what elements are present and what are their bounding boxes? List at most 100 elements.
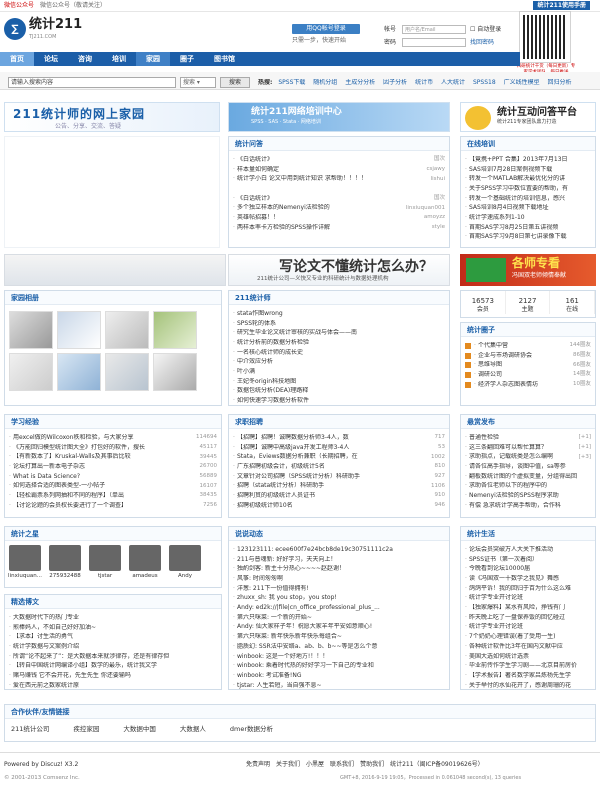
list-item[interactable]: 统计学数据与文案例介绍 xyxy=(5,642,221,652)
list-item-title[interactable]: What is Data Science? xyxy=(9,473,197,481)
list-item[interactable]: 个代集中营144圈友 xyxy=(461,341,595,351)
list-item-title[interactable]: 文章针对公司招聘（SPSS统计分析）科研助手 xyxy=(233,473,432,481)
list-item[interactable]: 关于举付的水仙花开了，感谢周珊的花 xyxy=(461,681,595,691)
list-item[interactable]: stata作图wrong xyxy=(229,309,449,319)
list-item[interactable]: 招聘（stata统计分析）科研助手1106 xyxy=(229,481,449,491)
list-item-title[interactable]: 两样本率卡方检验的SPSS操作详解 xyxy=(233,224,429,232)
list-item[interactable]: 脂质幻: SSR法中安络a、ab、b、b~~等是怎么个意 xyxy=(229,642,449,652)
list-item-title[interactable]: 普通性检验 xyxy=(465,434,576,442)
list-item[interactable]: 样本量如何确定csjawy xyxy=(229,165,449,175)
list-item[interactable]: 思维导图66圈友 xyxy=(461,360,595,370)
list-item[interactable]: SPSS证书（第一次着阅） xyxy=(461,555,595,565)
list-item-title[interactable]: 调研公司 xyxy=(474,371,570,379)
list-item-title[interactable]: 统计学小白 论文中用到统计知识 求帮助！！！！ xyxy=(233,175,428,183)
list-item[interactable]: 【轻松霸票系列网抽和不同的程序】（单出38435 xyxy=(5,491,221,501)
list-item-title[interactable]: 关于SPSS学习中数位置要的帮助，有 xyxy=(465,185,591,193)
partner-link[interactable]: 疾控家园 xyxy=(73,725,99,733)
partner-link[interactable]: 211统计公司 xyxy=(11,725,49,733)
hot-item[interactable]: 人大统计 xyxy=(441,79,465,86)
list-item-title[interactable]: 7个奶奶心理错误(着了受用一生) xyxy=(465,633,591,641)
album-photo[interactable] xyxy=(105,311,149,349)
list-item[interactable]: 翻板数统计图的个虚拟变量，分组得出回 xyxy=(461,472,595,482)
footer-link[interactable]: 联系我们 xyxy=(330,761,354,768)
hot-item[interactable]: 随机分组 xyxy=(313,79,337,86)
list-item-title[interactable]: 统计学专业开讨论班 xyxy=(465,594,591,602)
list-item[interactable]: 普通性检验[+1] xyxy=(461,433,595,443)
list-item[interactable]: Nemenyi法检验的SPSS程序求助 xyxy=(461,491,595,501)
list-item[interactable]: 两样本率卡方检验的SPSS操作详解style xyxy=(229,223,449,233)
list-item[interactable]: 7个奶奶心理错误(着了受用一生) xyxy=(461,632,595,642)
list-item-title[interactable]: 一名核心统计师的成长史 xyxy=(233,349,445,357)
hot-item[interactable]: SPSS下载 xyxy=(278,79,305,86)
list-item-title[interactable]: 论坛会员突破万人大关下推活动 xyxy=(465,546,591,554)
star-member[interactable]: Andy xyxy=(167,545,203,580)
list-item[interactable]: 大数据时代下的热门专业 xyxy=(5,613,221,623)
list-item[interactable]: 鸽鸽平诉！我的回归于百为什么这么难 xyxy=(461,584,595,594)
album-photo[interactable] xyxy=(57,353,101,391)
training-banner[interactable]: 统计211网络培训中心 SPSS · SAS · Stata · 网络培训 xyxy=(228,102,450,132)
list-item-title[interactable]: 大数据时代下的热门专业 xyxy=(9,614,217,622)
list-item-title[interactable]: 211与普魂新: 好好学习，天天向上！ xyxy=(233,556,445,564)
list-item[interactable]: winbook: 乘着时代热的好好学习一下自己的专业和 xyxy=(229,661,449,671)
list-item[interactable]: 一名核心统计师的成长史 xyxy=(229,348,449,358)
account-field[interactable]: 用户名/Email xyxy=(402,25,466,34)
star-member[interactable]: amadeus xyxy=(127,545,163,580)
search-input[interactable]: 请输入搜索内容 xyxy=(8,77,176,88)
list-item-title[interactable]: 转发一个基础统计的培训信息，感兴 xyxy=(465,195,591,203)
nav-home-space[interactable]: 家园 xyxy=(136,52,170,66)
list-item[interactable]: 用excel做的Wilcoxon秩和检验，与大家分享114694 xyxy=(5,433,221,443)
list-item[interactable]: 数据包统分析(DEA)理路释 xyxy=(229,387,449,397)
star-member[interactable]: 275932488 xyxy=(47,545,83,580)
list-item-title[interactable]: 关于举付的水仙花开了，感谢周珊的花 xyxy=(465,682,591,690)
list-item[interactable]: 【招聘】招聘！诚聘数据分析师3-4人，数717 xyxy=(229,433,449,443)
nav-consult[interactable]: 咨询 xyxy=(68,52,102,66)
star-member[interactable]: tjstar xyxy=(87,545,123,580)
list-item-title[interactable]: 【转自中国统计网编译小组】数学的最乐，统计我文学 xyxy=(9,662,217,670)
list-item-title[interactable]: 各种统计软件比3年在国内文献中应 xyxy=(465,643,591,651)
list-item[interactable]: 211与普魂新: 好好学习，天天向上！ xyxy=(229,555,449,565)
list-item-title[interactable]: 翻板数统计图的个虚拟变量，分组得出回 xyxy=(465,473,588,481)
list-item-title[interactable]: 研究生毕业论文统计审核的实战与体会——南 xyxy=(233,329,445,337)
auto-login-checkbox[interactable]: ☐ 自动登录 xyxy=(470,26,501,34)
list-item[interactable]: 论坛打算出一新本电子杂志26700 xyxy=(5,462,221,472)
list-item[interactable]: 第六只咪菜: 新年快乐新年快乐每组合~ xyxy=(229,632,449,642)
list-item-title[interactable]: 独酌剑客: 新主十分热心~~~~赵赵谢！ xyxy=(233,565,445,573)
search-type-select[interactable]: 搜索 ▾ xyxy=(180,77,216,88)
list-item-title[interactable]: 第六只咪菜: 新年快乐新年快乐每组合~ xyxy=(233,633,445,641)
list-item[interactable]: SAS培训8月4日视频下载地址 xyxy=(461,203,595,213)
star-member[interactable]: linxiuquan... xyxy=(7,545,43,580)
list-item-title[interactable]: 【招聘】诚聘中高级java开发工程师3-4人 xyxy=(233,444,435,452)
manual-link[interactable]: 统计211使用手册 xyxy=(533,0,590,11)
list-item-title[interactable]: 样本量如何确定 xyxy=(233,166,423,174)
list-item[interactable]: 英雄帖招募！！amoyzz xyxy=(229,213,449,223)
home-banner[interactable]: 211统计师的网上家园 公告、分享、交流、答疑 xyxy=(4,102,220,132)
list-item[interactable]: 今晚看到论坛10000届 xyxy=(461,564,595,574)
list-item[interactable]: 【有新数本了】Kruskal-Walls及其事后比较39445 xyxy=(5,452,221,462)
list-item-title[interactable]: 脂质幻: SSR法中安络a、ab、b、b~~等是怎么个意 xyxy=(233,643,445,651)
list-item-title[interactable]: 读《冯国双一十数学之我见》舞感 xyxy=(465,575,591,583)
stats-ad-banner[interactable]: 写论文不懂统计怎么办？ 211统计公司—义快又专业的科研统计与数据处理机构 xyxy=(228,254,450,286)
list-item-title[interactable]: 多个独立样本的Nemenyi法检验的 xyxy=(233,204,403,212)
search-button[interactable]: 搜索 xyxy=(220,77,250,88)
list-item[interactable]: 洋葱: 211下一份值得拥有! xyxy=(229,584,449,594)
list-item[interactable]: 王妃冬origin科技地图 xyxy=(229,377,449,387)
list-item-title[interactable]: 【学术报告】著名数学家吕炼杨先生学 xyxy=(465,672,591,680)
list-item[interactable]: winbook: 考试准备!NG xyxy=(229,671,449,681)
list-item-title[interactable]: 123123111: ecee600f7e24bcb8de19c30751111… xyxy=(233,546,445,554)
list-item[interactable]: 有偿 急求统计学高手帮助，合作科 xyxy=(461,501,595,511)
footer-link[interactable]: 赞助我们 xyxy=(360,761,384,768)
list-item[interactable]: 多个独立样本的Nemenyi法检验的linxiuquan001 xyxy=(229,203,449,213)
expert-ad-banner[interactable]: 各师专看 冯国双老师倾情奉献 xyxy=(460,254,596,286)
list-item-title[interactable]: Nemenyi法检验的SPSS程序求助 xyxy=(465,492,588,500)
list-item-title[interactable]: 统计分析前的数据分析检验 xyxy=(233,339,445,347)
list-item-title[interactable]: winbook: 这是一个好地方!！！！ xyxy=(233,653,445,661)
list-item[interactable]: 统计学小白 论文中用到统计知识 求帮助！！！！lishui xyxy=(229,174,449,184)
list-item[interactable]: 请各位高手指导，谈图中值，sa等参 xyxy=(461,462,595,472)
partner-link[interactable]: dmer数据分析 xyxy=(230,725,273,733)
nav-library[interactable]: 图书馆 xyxy=(204,52,245,66)
list-item[interactable]: What is Data Science?56889 xyxy=(5,472,221,482)
hot-item[interactable]: 广义线性模型 xyxy=(504,79,540,86)
list-item[interactable]: 【讨论论题的会员权长要进行了一个调查】7256 xyxy=(5,501,221,511)
list-item[interactable]: 调研公司14圈友 xyxy=(461,370,595,380)
list-item[interactable]: 研究生毕业论文统计审核的实战与体会——南 xyxy=(229,328,449,338)
